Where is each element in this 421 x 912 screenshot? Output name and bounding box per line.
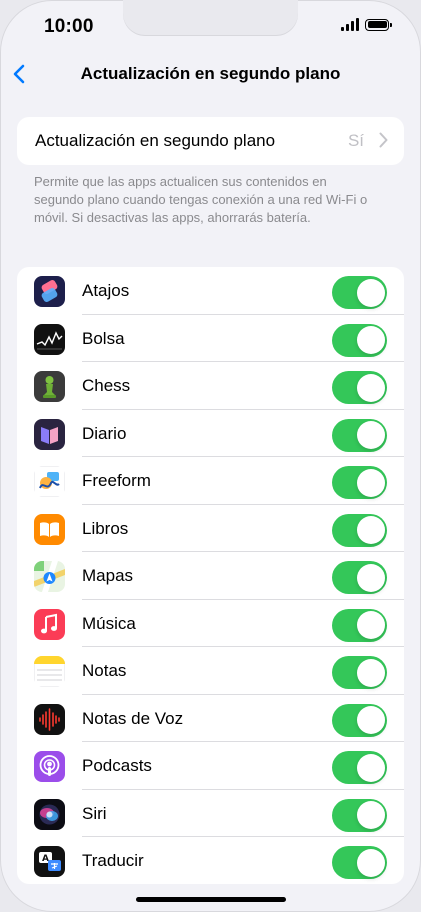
background-refresh-setting[interactable]: Actualización en segundo plano Sí [17, 117, 404, 165]
translate-icon: A [34, 846, 65, 877]
app-name: Bolsa [82, 328, 125, 348]
dynamic-notch [123, 0, 298, 36]
app-name: Diario [82, 423, 127, 443]
music-icon [34, 608, 65, 640]
chevron-right-icon [379, 132, 388, 148]
battery-icon [365, 18, 392, 31]
list-item-freeform: Freeform [17, 457, 404, 505]
siri-icon [34, 798, 65, 830]
cellular-signal-icon [341, 18, 359, 31]
home-indicator[interactable] [136, 897, 286, 902]
libros-toggle[interactable] [332, 513, 387, 547]
list-item-chess: Chess [17, 362, 404, 410]
app-name: Atajos [82, 281, 130, 300]
app-name: Notas [82, 661, 127, 680]
chess-toggle[interactable] [332, 371, 387, 404]
notas-de-voz-toggle[interactable] [332, 703, 387, 737]
list-item-siri: Siri [17, 790, 404, 837]
list-item-libros: Libros [17, 505, 404, 552]
list-item-diario: Diario [17, 410, 404, 457]
traducir-toggle[interactable] [332, 846, 387, 879]
chess-icon [34, 371, 65, 402]
freeform-icon [34, 466, 65, 497]
siri-toggle[interactable] [332, 798, 387, 832]
app-name: Notas de Voz [82, 708, 184, 728]
notes-icon [34, 656, 65, 687]
app-name: Chess [82, 376, 131, 395]
list-item-traducir: A Traducir [17, 837, 404, 884]
maps-icon [34, 561, 65, 592]
status-icons [341, 18, 392, 31]
diario-toggle[interactable] [332, 418, 387, 452]
app-name: Podcasts [82, 756, 152, 775]
app-name: Música [82, 613, 136, 633]
mapas-toggle[interactable] [332, 561, 387, 594]
app-name: Libros [82, 518, 129, 538]
list-item-notas: Notas [17, 647, 404, 695]
page-title: Actualización en segundo plano [80, 64, 341, 83]
podcasts-icon [34, 751, 65, 782]
notas-toggle[interactable] [332, 656, 387, 689]
books-icon [34, 513, 65, 545]
list-item-atajos: Atajos [17, 267, 404, 315]
setting-value: Sí [347, 131, 364, 150]
list-item-bolsa: Bolsa [17, 315, 404, 362]
list-item-notas-de-voz: Notas de Voz [17, 695, 404, 742]
app-name: Freeform [82, 471, 151, 490]
podcasts-toggle[interactable] [332, 751, 387, 784]
app-list: Atajos Bolsa Chess Diario Freeform Libro… [17, 267, 404, 884]
list-item-podcasts: Podcasts [17, 742, 404, 790]
setting-label: Actualización en segundo plano [35, 131, 276, 150]
stocks-icon [34, 323, 65, 355]
navigation-bar: Actualización en segundo plano [0, 56, 421, 92]
status-time: 10:00 [44, 16, 94, 37]
musica-toggle[interactable] [332, 608, 387, 642]
svg-text:A: A [42, 854, 49, 864]
bolsa-toggle[interactable] [332, 323, 387, 357]
journal-icon [34, 418, 65, 450]
phone-screen: 10:00 Actualización en segundo plano Act… [0, 0, 421, 912]
shortcuts-icon [34, 276, 65, 307]
freeform-toggle[interactable] [332, 466, 387, 499]
voice-memos-icon [34, 703, 65, 735]
app-name: Mapas [82, 566, 134, 585]
atajos-toggle[interactable] [332, 276, 387, 309]
app-name: Traducir [82, 851, 144, 870]
list-item-musica: Música [17, 600, 404, 647]
list-item-mapas: Mapas [17, 552, 404, 600]
footer-note: Permite que las apps actualicen sus cont… [34, 174, 368, 225]
app-name: Siri [82, 803, 107, 823]
